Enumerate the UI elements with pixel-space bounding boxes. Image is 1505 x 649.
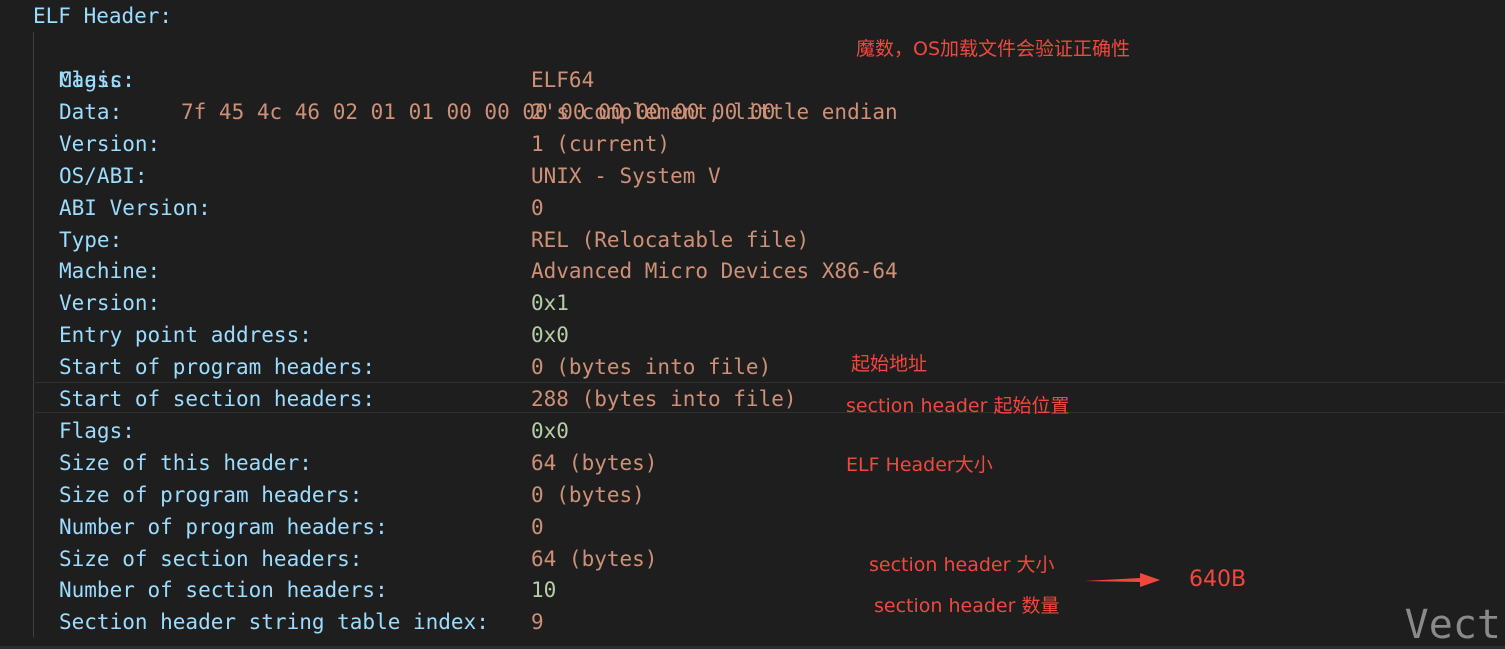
field-key: Number of program headers: [59,514,388,539]
field-value: 0 [531,195,544,220]
field-value: 0x0 [531,418,569,443]
field-value: 0 (bytes) [531,482,645,507]
magic-row: Magic: 7f 45 4c 46 02 01 01 00 00 00 00 … [0,32,775,124]
section-start-annotation: section header 起始位置 [846,395,1070,417]
field-value: REL (Relocatable file) [531,227,810,252]
field-key: OS/ABI: [59,163,148,188]
field-value: 0 (bytes into file) [531,355,772,380]
field-value: 0x0 [531,323,569,348]
field-value: 64 (bytes) [531,546,658,571]
field-key: Entry point address: [59,323,312,348]
magic-annotation: 魔数，OS加载文件会验证正确性 [856,38,1131,60]
field-key: Flags: [59,418,135,443]
field-key: Data: [59,99,123,124]
field-value: 64 (bytes) [531,450,658,475]
elf-header-title: ELF Header: [33,4,173,28]
field-key: Size of program headers: [59,482,363,507]
field-value: 288 (bytes into file) [531,387,797,411]
total-size-annotation: 640B [1189,567,1247,592]
field-value: 10 [531,578,557,603]
field-value: UNIX - System V [531,163,721,188]
field-key: Start of program headers: [59,355,376,380]
section-size-annotation: section header 大小 [869,554,1055,576]
field-key: Size of section headers: [59,546,363,571]
field-key: Type: [59,227,123,252]
field-key: Machine: [59,259,161,284]
section-count-annotation: section header 数量 [874,595,1060,617]
field-value: 0 [531,514,544,539]
editor-pane: ELF Header: Magic: 7f 45 4c 46 02 01 01 … [0,0,1505,649]
field-value: ELF64 [531,68,595,92]
field-key: Version: [59,291,161,316]
watermark: Vect [1404,602,1501,648]
program-start-annotation: 起始地址 [851,353,928,375]
field-key: Section header string table index: [59,610,489,635]
field-key: Number of section headers: [59,578,388,603]
field-key: Version: [59,131,161,156]
field-value: 2's complement, little endian [531,99,898,124]
header-size-annotation: ELF Header大小 [846,454,993,476]
field-value: 0x1 [531,291,569,316]
field-key: Class: [59,68,135,92]
arrow-right-icon [1084,573,1160,587]
field-value: Advanced Micro Devices X86-64 [531,259,898,284]
field-value: 9 [531,610,544,635]
field-key: Start of section headers: [59,387,376,411]
field-value: 1 (current) [531,131,671,156]
field-key: Size of this header: [59,450,312,475]
field-key: ABI Version: [59,195,211,220]
